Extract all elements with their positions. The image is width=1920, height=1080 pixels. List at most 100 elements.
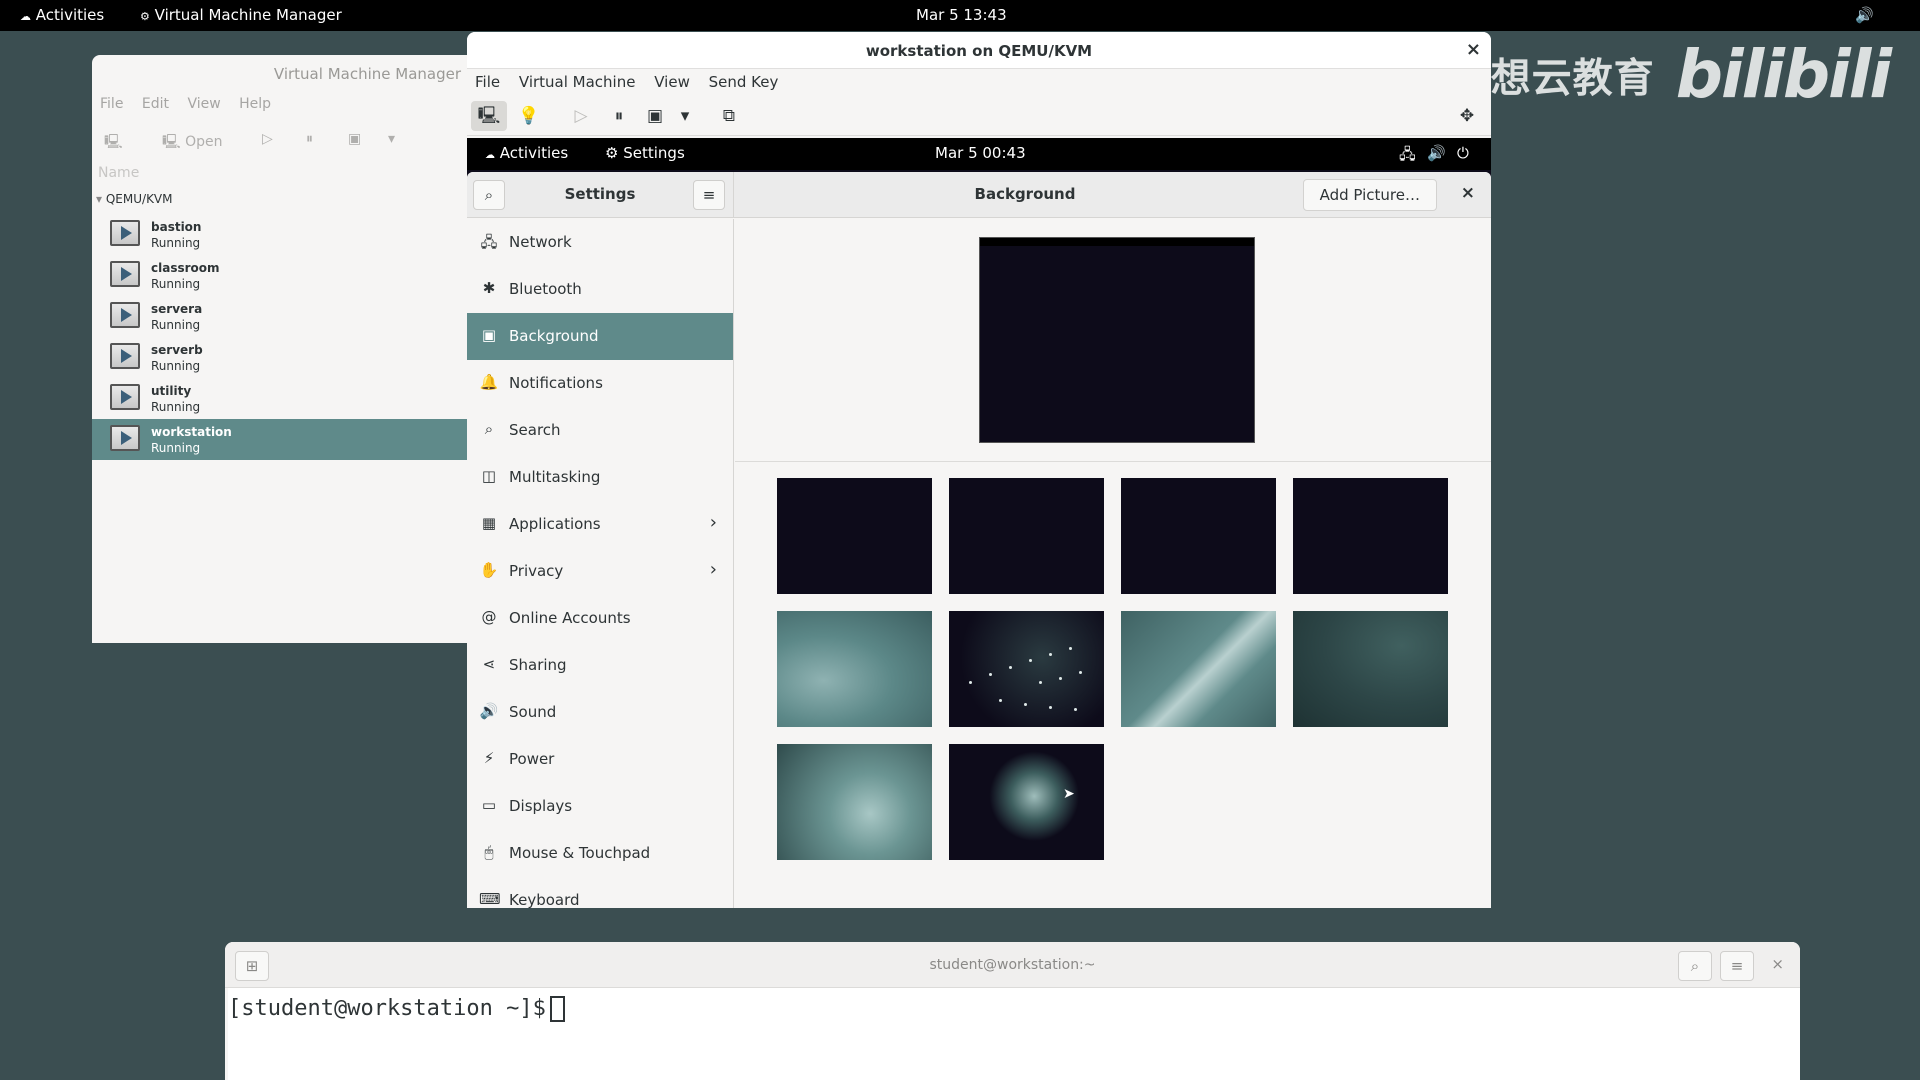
vm-row[interactable]: servera Running <box>92 296 471 337</box>
sidebar-item-online-accounts[interactable]: @ Online Accounts <box>467 595 733 642</box>
window-title: Virtual Machine Manager <box>273 65 461 83</box>
vm-console-window: workstation on QEMU/KVM × File Virtual M… <box>467 32 1491 908</box>
dot <box>1049 706 1052 709</box>
sidebar-item-displays[interactable]: ▭ Displays <box>467 783 733 830</box>
vm-row[interactable]: serverb Running <box>92 337 471 378</box>
terminal-window: ⊞ student@workstation:~ ⌕ ≡ × [student@w… <box>225 942 1800 1080</box>
power-icon[interactable]: ⏻ <box>1457 144 1469 162</box>
terminal-body[interactable]: [student@workstation ~]$ <box>228 988 1800 1080</box>
menu-help[interactable]: Help <box>239 96 271 112</box>
vm-row[interactable]: bastion Running <box>92 214 471 255</box>
wallpaper-thumbnail[interactable] <box>949 611 1104 727</box>
console-view-icon[interactable]: 🖳 <box>471 101 507 131</box>
sidebar-item-bluetooth[interactable]: ✱ Bluetooth <box>467 266 733 313</box>
guest-clock[interactable]: Mar 5 00:43 <box>935 144 1026 162</box>
vm-name: serverb <box>151 343 203 357</box>
wallpaper-thumbnail[interactable] <box>777 611 932 727</box>
guest-app-menu[interactable]: ⚙ Settings <box>605 144 685 162</box>
close-icon[interactable]: × <box>1466 39 1481 60</box>
app-menu[interactable]: ⚙ Virtual Machine Manager <box>140 6 342 24</box>
add-picture-button[interactable]: Add Picture… <box>1302 179 1437 211</box>
menu-icon[interactable]: ≡ <box>1720 951 1754 981</box>
host-top-bar: ☁ Activities ⚙ Virtual Machine Manager M… <box>0 0 1920 31</box>
vm-row-selected[interactable]: workstation Running <box>92 419 471 460</box>
expander-icon: ▾ <box>96 192 103 206</box>
new-vm-icon[interactable]: 🖳 <box>104 131 123 155</box>
run-icon[interactable]: ▷ <box>262 131 273 147</box>
background-preview <box>979 237 1255 443</box>
vm-row[interactable]: utility Running <box>92 378 471 419</box>
speaker-icon: 🔊 <box>479 702 499 720</box>
vm-name: bastion <box>151 220 202 234</box>
fullscreen-icon[interactable]: ✥ <box>1449 101 1485 131</box>
run-icon[interactable]: ▷ <box>563 101 599 131</box>
sidebar-item-applications[interactable]: ▦ Applications › <box>467 501 733 548</box>
wallpaper-thumbnail[interactable] <box>949 478 1104 594</box>
menu-virtual-machine[interactable]: Virtual Machine <box>519 73 636 91</box>
close-icon[interactable]: × <box>1461 183 1475 203</box>
vm-running-icon <box>110 261 140 287</box>
clock[interactable]: Mar 5 13:43 <box>916 6 1007 24</box>
chevron-down-icon[interactable]: ▾ <box>388 131 395 147</box>
sidebar-item-background[interactable]: ▣ Background <box>467 313 733 360</box>
sidebar-item-privacy[interactable]: ✋ Privacy › <box>467 548 733 595</box>
activities-button[interactable]: ☁ Activities <box>20 6 104 24</box>
dot <box>1074 708 1077 711</box>
search-icon: ⌕ <box>484 420 494 438</box>
monitor-icon: 🖳 <box>162 134 181 150</box>
gear-icon: ⚙ <box>605 144 619 162</box>
wallpaper-thumbnail[interactable] <box>1121 478 1276 594</box>
vm-status: Running <box>151 277 201 291</box>
wallpaper-thumbnail[interactable] <box>1293 478 1448 594</box>
sidebar-item-network[interactable]: 🖧 Network <box>467 219 733 266</box>
sidebar-item-sharing[interactable]: ⋖ Sharing <box>467 642 733 689</box>
menu-file[interactable]: File <box>475 73 500 91</box>
dot <box>1039 681 1042 684</box>
sidebar-item-sound[interactable]: 🔊 Sound <box>467 689 733 736</box>
speaker-icon[interactable]: 🔊 <box>1427 144 1446 162</box>
text-cursor <box>549 996 565 1022</box>
menu-file[interactable]: File <box>100 96 123 112</box>
details-bulb-icon[interactable]: 💡 <box>511 101 547 131</box>
menu-view[interactable]: View <box>187 96 220 112</box>
toolbar: 🖳 🖳 Open ▷ ⏸ ▣ ▾ <box>92 123 471 161</box>
speaker-icon[interactable]: 🔊 <box>1855 6 1874 24</box>
wallpaper-thumbnail[interactable] <box>777 478 932 594</box>
dot <box>1009 666 1012 669</box>
sidebar-item-power[interactable]: ⚡ Power <box>467 736 733 783</box>
menu-view[interactable]: View <box>654 73 690 91</box>
vm-name: utility <box>151 384 192 398</box>
sidebar-item-search[interactable]: ⌕ Search <box>467 407 733 454</box>
pause-icon[interactable]: ⏸ <box>306 131 313 147</box>
menu-icon[interactable]: ≡ <box>693 180 725 210</box>
connection-group[interactable]: ▾ QEMU/KVM <box>96 192 173 206</box>
wallpaper-thumbnail[interactable] <box>1121 611 1276 727</box>
network-icon[interactable]: 🖧 <box>1399 144 1416 169</box>
menu-send-key[interactable]: Send Key <box>709 73 779 91</box>
sidebar-item-keyboard[interactable]: ⌨ Keyboard <box>467 877 733 908</box>
sidebar-item-multitasking[interactable]: ◫ Multitasking <box>467 454 733 501</box>
menu-edit[interactable]: Edit <box>142 96 169 112</box>
dot <box>1049 653 1052 656</box>
wallpaper-thumbnail[interactable] <box>777 744 932 860</box>
guest-activities[interactable]: ☁ Activities <box>485 144 568 162</box>
activities-icon: ☁ <box>20 10 31 23</box>
sidebar-item-notifications[interactable]: 🔔 Notifications <box>467 360 733 407</box>
vm-row[interactable]: classroom Running <box>92 255 471 296</box>
wallpaper-thumbnail[interactable] <box>1293 611 1448 727</box>
background-icon: ▣ <box>481 326 497 344</box>
mouse-pointer-icon: ➤ <box>1063 786 1075 802</box>
guest-display[interactable]: ☁ Activities ⚙ Settings Mar 5 00:43 🖧 🔊 … <box>467 138 1491 908</box>
wallpaper-thumbnail[interactable]: ➤ <box>949 744 1104 860</box>
activities-icon: ☁ <box>485 150 495 161</box>
column-header-name[interactable]: Name <box>98 165 139 181</box>
close-icon[interactable]: × <box>1771 955 1784 973</box>
open-button[interactable]: 🖳 Open <box>162 131 223 155</box>
search-icon[interactable]: ⌕ <box>1678 951 1712 981</box>
snapshots-icon[interactable]: ⧉ <box>711 101 747 131</box>
chevron-down-icon[interactable]: ▾ <box>667 101 703 131</box>
bilibili-logo: bilibili <box>1675 36 1892 113</box>
pause-icon[interactable]: ⏸ <box>601 101 637 131</box>
shutdown-icon[interactable]: ▣ <box>348 131 361 147</box>
sidebar-item-mouse-touchpad[interactable]: 🖱 Mouse & Touchpad <box>467 830 733 877</box>
